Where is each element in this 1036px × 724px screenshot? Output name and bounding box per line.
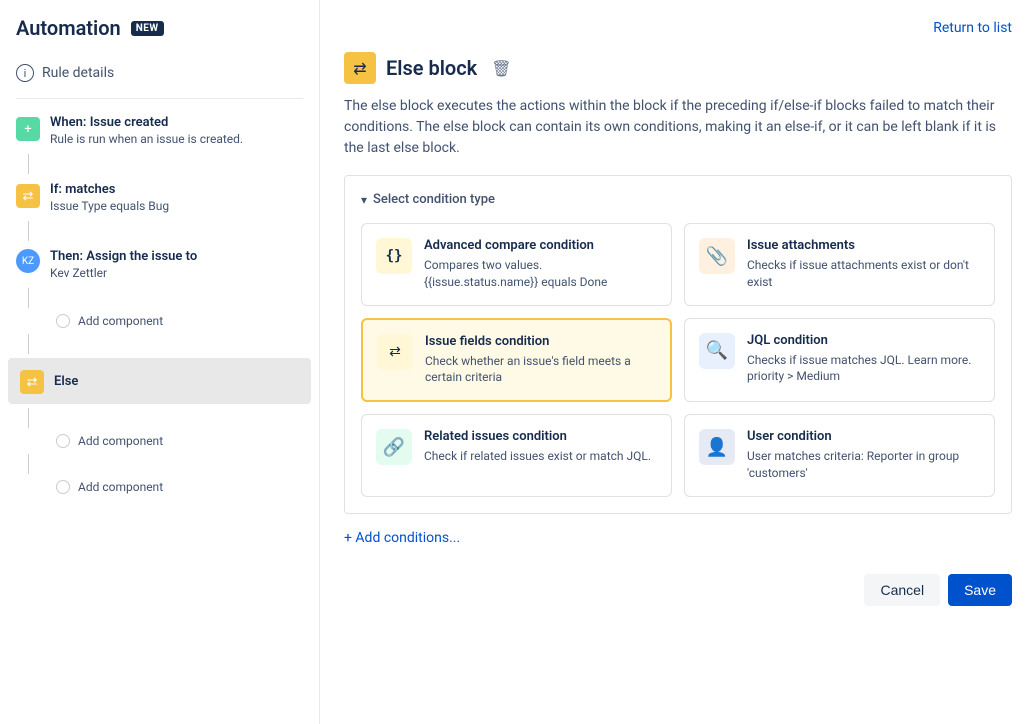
add-component-label-1: Add component <box>78 314 163 328</box>
when-icon: + <box>16 117 40 141</box>
advanced-compare-desc: Compares two values. {{issue.status.name… <box>424 257 657 291</box>
add-conditions-button[interactable]: + Add conditions... <box>344 530 1012 546</box>
condition-card-related-issues[interactable]: 🔗 Related issues condition Check if rela… <box>361 414 672 497</box>
then-title: Then: Assign the issue to <box>50 249 303 264</box>
advanced-compare-content: Advanced compare condition Compares two … <box>424 238 657 291</box>
advanced-compare-title: Advanced compare condition <box>424 238 657 253</box>
else-content: Else <box>54 374 299 389</box>
delete-icon[interactable]: 🗑 <box>491 59 511 78</box>
else-icon: ⇄ <box>20 370 44 394</box>
add-component-dot-2 <box>56 434 70 448</box>
issue-fields-desc: Check whether an issue's field meets a c… <box>425 353 656 387</box>
then-subtitle: Kev Zettler <box>50 266 303 280</box>
save-button[interactable]: Save <box>948 574 1012 606</box>
condition-card-issue-fields[interactable]: ⇄ Issue fields condition Check whether a… <box>361 318 672 403</box>
condition-grid: {} Advanced compare condition Compares t… <box>361 223 995 497</box>
sidebar-item-when[interactable]: + When: Issue created Rule is run when a… <box>0 107 319 154</box>
if-title: If: matches <box>50 182 303 197</box>
issue-fields-content: Issue fields condition Check whether an … <box>425 334 656 387</box>
flow-connector-3 <box>28 288 29 308</box>
footer: Cancel Save <box>344 566 1012 606</box>
block-title: Else block <box>386 56 477 80</box>
block-header: ⇄ Else block 🗑 <box>344 52 1012 84</box>
add-component-3[interactable]: Add component <box>0 474 319 500</box>
related-issues-desc: Check if related issues exist or match J… <box>424 448 657 465</box>
main-header: Return to list <box>344 20 1012 36</box>
flow-connector-5 <box>28 408 29 428</box>
flow-connector-2 <box>28 221 29 241</box>
when-subtitle: Rule is run when an issue is created. <box>50 132 303 146</box>
related-issues-content: Related issues condition Check if relate… <box>424 429 657 482</box>
when-content: When: Issue created Rule is run when an … <box>50 115 303 146</box>
user-condition-desc: User matches criteria: Reporter in group… <box>747 448 980 482</box>
flow-connector-1 <box>28 154 29 174</box>
issue-fields-title: Issue fields condition <box>425 334 656 349</box>
issue-attachments-title: Issue attachments <box>747 238 980 253</box>
sidebar: Automation NEW i Rule details + When: Is… <box>0 0 320 724</box>
advanced-compare-icon: {} <box>376 238 412 274</box>
issue-attachments-content: Issue attachments Checks if issue attach… <box>747 238 980 291</box>
jql-title: JQL condition <box>747 333 980 348</box>
cancel-button[interactable]: Cancel <box>864 574 940 606</box>
when-title: When: Issue created <box>50 115 303 130</box>
condition-panel: ▾ Select condition type {} Advanced comp… <box>344 175 1012 514</box>
sidebar-header: Automation NEW <box>0 16 319 56</box>
condition-panel-title: Select condition type <box>373 192 495 207</box>
else-block-icon: ⇄ <box>344 52 376 84</box>
condition-panel-header[interactable]: ▾ Select condition type <box>361 192 995 207</box>
condition-card-advanced-compare[interactable]: {} Advanced compare condition Compares t… <box>361 223 672 306</box>
jql-icon: 🔍 <box>699 333 735 369</box>
condition-card-user[interactable]: 👤 User condition User matches criteria: … <box>684 414 995 497</box>
condition-card-jql[interactable]: 🔍 JQL condition Checks if issue matches … <box>684 318 995 403</box>
issue-fields-icon: ⇄ <box>377 334 413 370</box>
sidebar-item-rule-details[interactable]: i Rule details <box>0 56 319 90</box>
related-issues-icon: 🔗 <box>376 429 412 465</box>
rule-details-label: Rule details <box>42 65 114 81</box>
add-component-dot-1 <box>56 314 70 328</box>
app-title: Automation <box>16 16 121 40</box>
avatar: KZ <box>16 249 40 273</box>
return-link[interactable]: Return to list <box>933 20 1012 36</box>
issue-attachments-desc: Checks if issue attachments exist or don… <box>747 257 980 291</box>
issue-attachments-icon: 📎 <box>699 238 735 274</box>
sidebar-item-then[interactable]: KZ Then: Assign the issue to Kev Zettler <box>0 241 319 288</box>
add-component-1[interactable]: Add component <box>0 308 319 334</box>
user-condition-title: User condition <box>747 429 980 444</box>
sidebar-divider <box>16 98 303 99</box>
sidebar-item-else[interactable]: ⇄ Else <box>8 358 311 404</box>
sidebar-item-if[interactable]: ⇄ If: matches Issue Type equals Bug <box>0 174 319 221</box>
related-issues-title: Related issues condition <box>424 429 657 444</box>
main-content: Return to list ⇄ Else block 🗑 The else b… <box>320 0 1036 724</box>
add-conditions-label: + Add conditions... <box>344 530 460 546</box>
flow-connector-4 <box>28 334 29 354</box>
condition-card-issue-attachments[interactable]: 📎 Issue attachments Checks if issue atta… <box>684 223 995 306</box>
else-title: Else <box>54 374 299 389</box>
info-icon: i <box>16 64 34 82</box>
jql-desc: Checks if issue matches JQL. Learn more.… <box>747 352 980 386</box>
if-subtitle: Issue Type equals Bug <box>50 199 303 213</box>
jql-content: JQL condition Checks if issue matches JQ… <box>747 333 980 388</box>
user-condition-icon: 👤 <box>699 429 735 465</box>
chevron-down-icon: ▾ <box>361 193 367 207</box>
add-component-label-2: Add component <box>78 434 163 448</box>
then-content: Then: Assign the issue to Kev Zettler <box>50 249 303 280</box>
if-content: If: matches Issue Type equals Bug <box>50 182 303 213</box>
new-badge: NEW <box>131 21 164 36</box>
flow-connector-6 <box>28 454 29 474</box>
add-component-label-3: Add component <box>78 480 163 494</box>
user-condition-content: User condition User matches criteria: Re… <box>747 429 980 482</box>
add-component-dot-3 <box>56 480 70 494</box>
if-icon: ⇄ <box>16 184 40 208</box>
block-description: The else block executes the actions with… <box>344 96 1012 159</box>
add-component-2[interactable]: Add component <box>0 428 319 454</box>
